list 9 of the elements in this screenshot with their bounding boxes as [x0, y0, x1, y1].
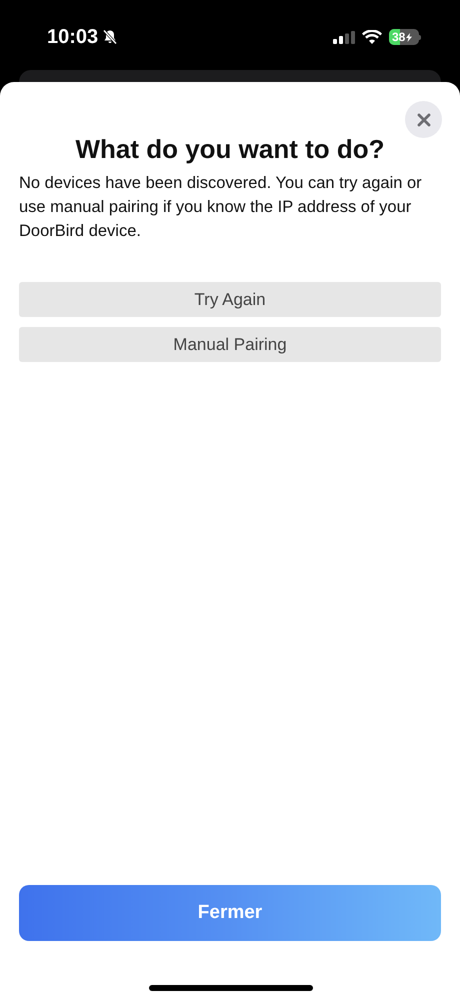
status-time: 10:03 [47, 25, 98, 50]
wifi-icon [362, 30, 382, 44]
bell-slash-icon [102, 29, 118, 45]
option-button[interactable]: Manual Pairing [19, 327, 441, 362]
sheet-message: No devices have been discovered. You can try again or use manual pairing if you know the IP address of your DoorBird device. [19, 173, 423, 242]
option-button[interactable]: Try Again [19, 282, 441, 317]
close-icon[interactable] [405, 101, 442, 138]
signal-icon [333, 30, 355, 44]
sheet-title: What do you want to do? [74, 133, 386, 166]
